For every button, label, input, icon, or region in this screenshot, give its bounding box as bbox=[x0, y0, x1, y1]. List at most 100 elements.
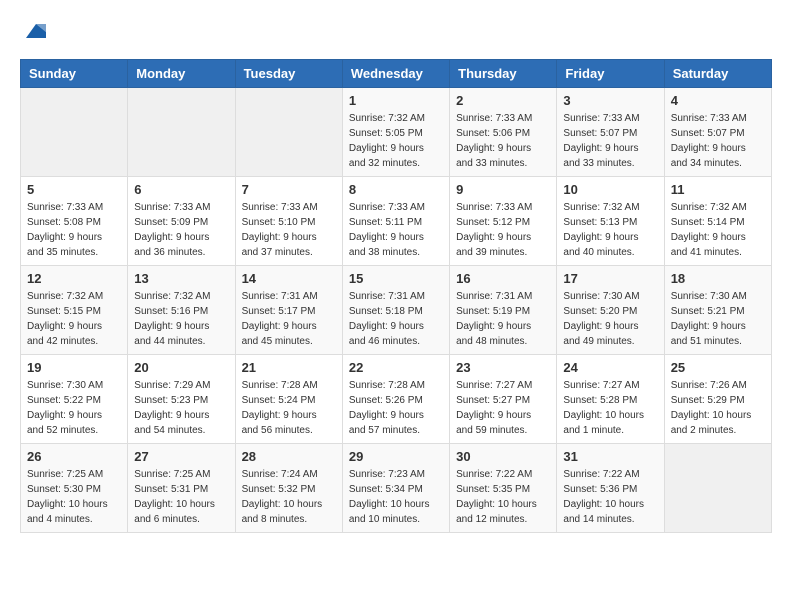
calendar-day: 6 Sunrise: 7:33 AMSunset: 5:09 PMDaylight… bbox=[128, 177, 235, 266]
day-number: 15 bbox=[349, 271, 443, 286]
day-info: Sunrise: 7:26 AMSunset: 5:29 PMDaylight:… bbox=[671, 378, 765, 438]
day-header-monday: Monday bbox=[128, 60, 235, 88]
day-number: 27 bbox=[134, 449, 228, 464]
logo bbox=[20, 20, 46, 49]
day-number: 31 bbox=[563, 449, 657, 464]
day-info: Sunrise: 7:25 AMSunset: 5:31 PMDaylight:… bbox=[134, 467, 228, 527]
day-info: Sunrise: 7:27 AMSunset: 5:28 PMDaylight:… bbox=[563, 378, 657, 438]
day-number: 1 bbox=[349, 93, 443, 108]
day-number: 29 bbox=[349, 449, 443, 464]
day-number: 20 bbox=[134, 360, 228, 375]
day-info: Sunrise: 7:32 AMSunset: 5:15 PMDaylight:… bbox=[27, 289, 121, 349]
day-number: 9 bbox=[456, 182, 550, 197]
calendar-day bbox=[21, 88, 128, 177]
logo-icon bbox=[22, 20, 46, 44]
calendar-day: 5 Sunrise: 7:33 AMSunset: 5:08 PMDaylight… bbox=[21, 177, 128, 266]
day-info: Sunrise: 7:33 AMSunset: 5:07 PMDaylight:… bbox=[563, 111, 657, 171]
calendar-day: 10 Sunrise: 7:32 AMSunset: 5:13 PMDayligh… bbox=[557, 177, 664, 266]
day-number: 16 bbox=[456, 271, 550, 286]
calendar-week-4: 19 Sunrise: 7:30 AMSunset: 5:22 PMDayligh… bbox=[21, 355, 772, 444]
calendar-table: SundayMondayTuesdayWednesdayThursdayFrid… bbox=[20, 59, 772, 533]
day-number: 8 bbox=[349, 182, 443, 197]
day-header-sunday: Sunday bbox=[21, 60, 128, 88]
calendar-day: 31 Sunrise: 7:22 AMSunset: 5:36 PMDayligh… bbox=[557, 444, 664, 533]
day-info: Sunrise: 7:23 AMSunset: 5:34 PMDaylight:… bbox=[349, 467, 443, 527]
day-number: 3 bbox=[563, 93, 657, 108]
calendar-day: 28 Sunrise: 7:24 AMSunset: 5:32 PMDayligh… bbox=[235, 444, 342, 533]
day-info: Sunrise: 7:30 AMSunset: 5:22 PMDaylight:… bbox=[27, 378, 121, 438]
day-info: Sunrise: 7:30 AMSunset: 5:21 PMDaylight:… bbox=[671, 289, 765, 349]
calendar-day: 7 Sunrise: 7:33 AMSunset: 5:10 PMDaylight… bbox=[235, 177, 342, 266]
day-number: 26 bbox=[27, 449, 121, 464]
day-header-tuesday: Tuesday bbox=[235, 60, 342, 88]
day-info: Sunrise: 7:24 AMSunset: 5:32 PMDaylight:… bbox=[242, 467, 336, 527]
day-number: 25 bbox=[671, 360, 765, 375]
day-info: Sunrise: 7:28 AMSunset: 5:26 PMDaylight:… bbox=[349, 378, 443, 438]
day-info: Sunrise: 7:31 AMSunset: 5:18 PMDaylight:… bbox=[349, 289, 443, 349]
calendar-day: 30 Sunrise: 7:22 AMSunset: 5:35 PMDayligh… bbox=[450, 444, 557, 533]
day-number: 11 bbox=[671, 182, 765, 197]
day-number: 22 bbox=[349, 360, 443, 375]
calendar-day: 18 Sunrise: 7:30 AMSunset: 5:21 PMDayligh… bbox=[664, 266, 771, 355]
day-number: 24 bbox=[563, 360, 657, 375]
day-info: Sunrise: 7:31 AMSunset: 5:19 PMDaylight:… bbox=[456, 289, 550, 349]
day-header-thursday: Thursday bbox=[450, 60, 557, 88]
day-info: Sunrise: 7:28 AMSunset: 5:24 PMDaylight:… bbox=[242, 378, 336, 438]
day-info: Sunrise: 7:22 AMSunset: 5:36 PMDaylight:… bbox=[563, 467, 657, 527]
calendar-day: 25 Sunrise: 7:26 AMSunset: 5:29 PMDayligh… bbox=[664, 355, 771, 444]
calendar-day: 9 Sunrise: 7:33 AMSunset: 5:12 PMDaylight… bbox=[450, 177, 557, 266]
day-info: Sunrise: 7:27 AMSunset: 5:27 PMDaylight:… bbox=[456, 378, 550, 438]
calendar-week-2: 5 Sunrise: 7:33 AMSunset: 5:08 PMDaylight… bbox=[21, 177, 772, 266]
day-header-saturday: Saturday bbox=[664, 60, 771, 88]
day-number: 14 bbox=[242, 271, 336, 286]
day-info: Sunrise: 7:30 AMSunset: 5:20 PMDaylight:… bbox=[563, 289, 657, 349]
calendar-day: 26 Sunrise: 7:25 AMSunset: 5:30 PMDayligh… bbox=[21, 444, 128, 533]
day-info: Sunrise: 7:22 AMSunset: 5:35 PMDaylight:… bbox=[456, 467, 550, 527]
day-header-friday: Friday bbox=[557, 60, 664, 88]
calendar-day: 22 Sunrise: 7:28 AMSunset: 5:26 PMDayligh… bbox=[342, 355, 449, 444]
calendar-week-5: 26 Sunrise: 7:25 AMSunset: 5:30 PMDayligh… bbox=[21, 444, 772, 533]
calendar-day: 4Sunrise: 7:33 AMSunset: 5:07 PMDaylight… bbox=[664, 88, 771, 177]
calendar-day: 19 Sunrise: 7:30 AMSunset: 5:22 PMDayligh… bbox=[21, 355, 128, 444]
day-info: Sunrise: 7:33 AMSunset: 5:11 PMDaylight:… bbox=[349, 200, 443, 260]
day-info: Sunrise: 7:33 AMSunset: 5:06 PMDaylight:… bbox=[456, 111, 550, 171]
day-info: Sunrise: 7:33 AMSunset: 5:08 PMDaylight:… bbox=[27, 200, 121, 260]
day-number: 13 bbox=[134, 271, 228, 286]
day-number: 5 bbox=[27, 182, 121, 197]
calendar-day: 17Sunrise: 7:30 AMSunset: 5:20 PMDayligh… bbox=[557, 266, 664, 355]
day-number: 6 bbox=[134, 182, 228, 197]
day-info: Sunrise: 7:25 AMSunset: 5:30 PMDaylight:… bbox=[27, 467, 121, 527]
day-number: 28 bbox=[242, 449, 336, 464]
calendar-header-row: SundayMondayTuesdayWednesdayThursdayFrid… bbox=[21, 60, 772, 88]
day-number: 7 bbox=[242, 182, 336, 197]
day-info: Sunrise: 7:32 AMSunset: 5:05 PMDaylight:… bbox=[349, 111, 443, 171]
calendar-day: 3 Sunrise: 7:33 AMSunset: 5:07 PMDaylight… bbox=[557, 88, 664, 177]
day-number: 10 bbox=[563, 182, 657, 197]
day-info: Sunrise: 7:32 AMSunset: 5:14 PMDaylight:… bbox=[671, 200, 765, 260]
calendar-day: 14 Sunrise: 7:31 AMSunset: 5:17 PMDayligh… bbox=[235, 266, 342, 355]
day-number: 30 bbox=[456, 449, 550, 464]
calendar-day: 27 Sunrise: 7:25 AMSunset: 5:31 PMDayligh… bbox=[128, 444, 235, 533]
day-number: 2 bbox=[456, 93, 550, 108]
calendar-day: 11 Sunrise: 7:32 AMSunset: 5:14 PMDayligh… bbox=[664, 177, 771, 266]
calendar-day bbox=[235, 88, 342, 177]
day-info: Sunrise: 7:33 AMSunset: 5:09 PMDaylight:… bbox=[134, 200, 228, 260]
day-info: Sunrise: 7:33 AMSunset: 5:07 PMDaylight:… bbox=[671, 111, 765, 171]
calendar-day: 29 Sunrise: 7:23 AMSunset: 5:34 PMDayligh… bbox=[342, 444, 449, 533]
day-info: Sunrise: 7:33 AMSunset: 5:12 PMDaylight:… bbox=[456, 200, 550, 260]
calendar-day bbox=[664, 444, 771, 533]
calendar-day: 15 Sunrise: 7:31 AMSunset: 5:18 PMDayligh… bbox=[342, 266, 449, 355]
day-number: 18 bbox=[671, 271, 765, 286]
day-info: Sunrise: 7:33 AMSunset: 5:10 PMDaylight:… bbox=[242, 200, 336, 260]
calendar-day: 24 Sunrise: 7:27 AMSunset: 5:28 PMDayligh… bbox=[557, 355, 664, 444]
day-number: 19 bbox=[27, 360, 121, 375]
day-number: 21 bbox=[242, 360, 336, 375]
calendar-week-1: 1 Sunrise: 7:32 AMSunset: 5:05 PMDaylight… bbox=[21, 88, 772, 177]
calendar-day: 1 Sunrise: 7:32 AMSunset: 5:05 PMDaylight… bbox=[342, 88, 449, 177]
calendar-day: 12Sunrise: 7:32 AMSunset: 5:15 PMDayligh… bbox=[21, 266, 128, 355]
calendar-day: 2 Sunrise: 7:33 AMSunset: 5:06 PMDaylight… bbox=[450, 88, 557, 177]
day-info: Sunrise: 7:32 AMSunset: 5:13 PMDaylight:… bbox=[563, 200, 657, 260]
day-info: Sunrise: 7:31 AMSunset: 5:17 PMDaylight:… bbox=[242, 289, 336, 349]
calendar-day: 8 Sunrise: 7:33 AMSunset: 5:11 PMDaylight… bbox=[342, 177, 449, 266]
calendar-day: 23Sunrise: 7:27 AMSunset: 5:27 PMDayligh… bbox=[450, 355, 557, 444]
